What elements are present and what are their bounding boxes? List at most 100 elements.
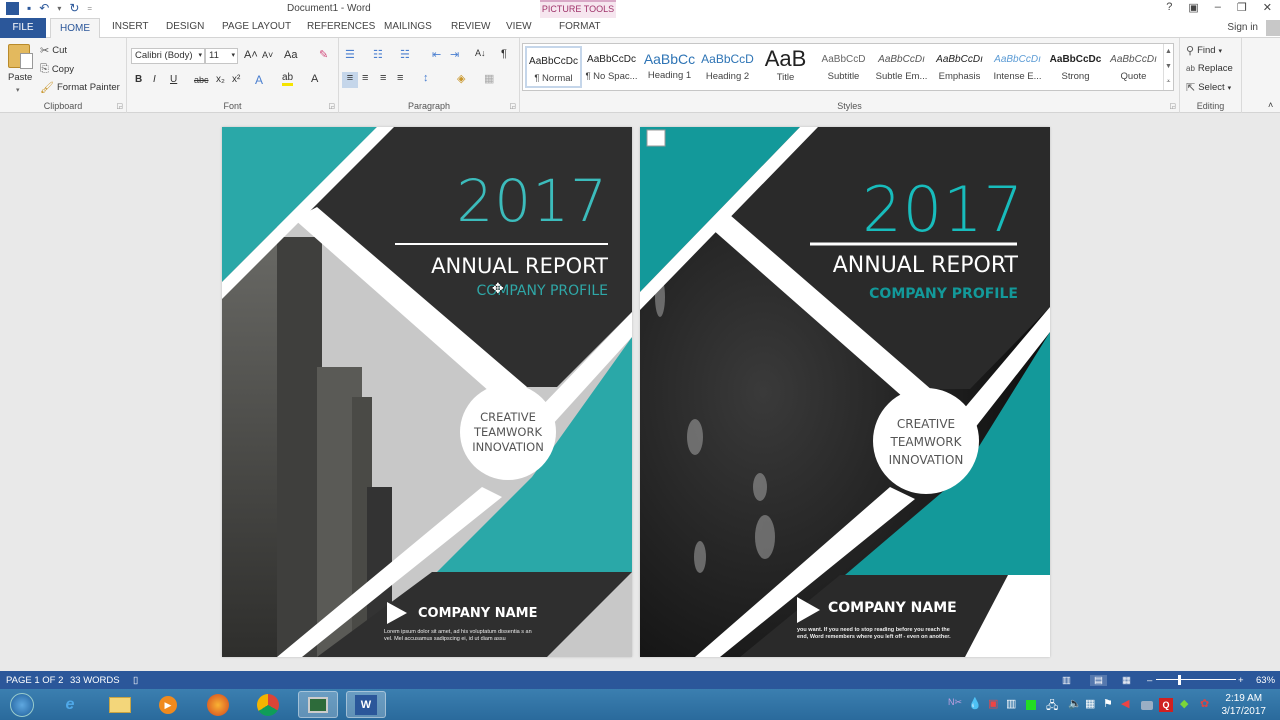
style-subtle-emphasis[interactable]: AaBbCcDı Subtle Em... xyxy=(873,46,930,88)
firefox-icon[interactable] xyxy=(198,691,238,718)
paragraph-dialog-launcher-icon[interactable]: ◲ xyxy=(509,102,516,110)
tab-design[interactable]: DESIGN xyxy=(166,21,204,32)
center-button[interactable]: ≡ xyxy=(362,72,368,84)
system-clock[interactable]: 2:19 AM 3/17/2017 xyxy=(1222,692,1267,718)
read-mode-icon[interactable]: ▥ xyxy=(1062,675,1071,686)
word-count[interactable]: 33 WORDS xyxy=(70,675,120,686)
scroll-down-icon[interactable]: ▼ xyxy=(1164,59,1173,74)
multilevel-list-button[interactable]: ☵ xyxy=(400,48,410,61)
network-icon[interactable]: ▦ xyxy=(1085,697,1095,710)
close-icon[interactable]: ✕ xyxy=(1263,1,1272,14)
font-dialog-launcher-icon[interactable]: ◲ xyxy=(328,102,335,110)
volume-muted-icon[interactable]: ◀ xyxy=(1121,697,1129,710)
minimize-icon[interactable]: – xyxy=(1215,1,1221,14)
bullets-button[interactable]: ☰ xyxy=(345,48,355,61)
water-drop-icon[interactable]: 💧 xyxy=(968,697,982,710)
ribbon-display-options-icon[interactable]: ▣ xyxy=(1188,1,1198,14)
underline-button[interactable]: U xyxy=(170,74,177,85)
decrease-indent-button[interactable]: ⇤ xyxy=(432,48,441,61)
chrome-icon[interactable] xyxy=(248,691,288,718)
zoom-slider-thumb[interactable] xyxy=(1178,675,1181,685)
style-no-spacing[interactable]: AaBbCcDc ¶ No Spac... xyxy=(583,46,640,88)
help-icon[interactable]: ? xyxy=(1166,1,1172,14)
style-emphasis[interactable]: AaBbCcDı Emphasis xyxy=(931,46,988,88)
superscript-button[interactable]: x² xyxy=(232,74,240,85)
print-layout-icon[interactable]: ▤ xyxy=(1090,675,1107,686)
tab-home[interactable]: HOME xyxy=(50,18,100,39)
avatar[interactable] xyxy=(1266,20,1280,36)
word-app-icon[interactable]: W xyxy=(6,1,19,15)
copy-button[interactable]: ⎘ Copy xyxy=(40,63,74,76)
speaker-icon[interactable]: 🔈 xyxy=(1068,697,1082,710)
shrink-font-button[interactable]: A˅ xyxy=(262,50,273,60)
tab-view[interactable]: VIEW xyxy=(506,21,532,32)
style-intense-emphasis[interactable]: AaBbCcDı Intense E... xyxy=(989,46,1046,88)
italic-button[interactable]: I xyxy=(153,74,156,85)
internet-explorer-icon[interactable]: e xyxy=(50,691,90,718)
style-normal[interactable]: AaBbCcDc ¶ Normal xyxy=(525,46,582,88)
redo-icon[interactable]: ↻ xyxy=(69,1,79,15)
green-status-icon[interactable] xyxy=(1026,700,1036,710)
sign-in-link[interactable]: Sign in xyxy=(1227,22,1258,33)
style-heading-1[interactable]: AaBbCc Heading 1 xyxy=(641,46,698,88)
save-icon[interactable]: ▪ xyxy=(27,1,31,15)
task-manager-icon[interactable] xyxy=(298,691,338,718)
collapse-ribbon-icon[interactable]: ˄ xyxy=(1268,100,1273,110)
grow-font-button[interactable]: A˄ xyxy=(244,49,258,61)
zoom-level[interactable]: 63% xyxy=(1256,675,1275,686)
font-name-dropdown[interactable]: Calibri (Body) ▾ xyxy=(131,48,205,64)
highlight-button[interactable]: ab xyxy=(282,72,294,86)
show-marks-button[interactable]: ¶ xyxy=(501,48,507,60)
select-button[interactable]: ⇱ Select ▾ xyxy=(1186,81,1231,94)
file-explorer-icon[interactable] xyxy=(100,691,140,718)
usb-device-icon[interactable]: 🖧 xyxy=(1046,697,1058,716)
font-color-button[interactable]: A xyxy=(311,73,318,85)
network-globe-icon[interactable]: ◆ xyxy=(1180,697,1188,710)
undo-icon[interactable]: ↶ xyxy=(39,1,49,15)
restore-icon[interactable]: ❐ xyxy=(1237,1,1247,14)
gallery-more-icon[interactable]: ⩡ xyxy=(1164,74,1173,89)
styles-dialog-launcher-icon[interactable]: ◲ xyxy=(1169,102,1176,110)
style-title[interactable]: AaB Title xyxy=(757,46,814,88)
undo-dropdown-icon[interactable]: ▾ xyxy=(57,4,61,13)
proofing-icon[interactable]: ▯ xyxy=(133,675,138,686)
tab-page-layout[interactable]: PAGE LAYOUT xyxy=(222,21,291,32)
borders-button[interactable]: ▦ xyxy=(484,72,494,85)
sort-button[interactable]: A↓ xyxy=(475,48,486,58)
zoom-out-button[interactable]: – xyxy=(1147,675,1152,686)
scroll-up-icon[interactable]: ▲ xyxy=(1164,44,1173,59)
layout-options-icon[interactable] xyxy=(646,129,666,147)
shading-button[interactable]: ◈ xyxy=(457,72,465,85)
web-layout-icon[interactable]: ▦ xyxy=(1122,675,1131,686)
style-quote[interactable]: AaBbCcDı Quote xyxy=(1105,46,1162,88)
tab-file[interactable]: FILE xyxy=(0,18,46,38)
recorder-icon[interactable]: ▣ xyxy=(988,697,998,710)
page-1[interactable]: 2017 ANNUAL REPORT COMPANY PROFILE CREAT… xyxy=(222,127,632,657)
blank-tray-icon[interactable] xyxy=(1141,701,1153,710)
media-player-icon[interactable]: ▶ xyxy=(148,691,188,718)
red-tray-icon[interactable]: ✿ xyxy=(1200,697,1209,710)
text-effects-button[interactable]: A xyxy=(255,73,263,87)
zoom-slider[interactable] xyxy=(1156,679,1236,680)
paste-icon[interactable] xyxy=(8,44,33,69)
chart-tray-icon[interactable]: ▥ xyxy=(1006,697,1016,710)
format-painter-button[interactable]: 🖌 Format Painter xyxy=(40,81,120,94)
clipboard-dialog-launcher-icon[interactable]: ◲ xyxy=(116,102,123,110)
onenote-clip-icon[interactable]: N✂ xyxy=(948,697,962,708)
align-right-button[interactable]: ≡ xyxy=(380,72,386,84)
paste-dropdown-icon[interactable]: ▾ xyxy=(16,86,20,94)
page-count[interactable]: PAGE 1 OF 2 xyxy=(6,675,63,686)
numbering-button[interactable]: ☷ xyxy=(373,48,383,61)
tab-mailings[interactable]: MAILINGS xyxy=(384,21,432,32)
font-size-dropdown[interactable]: 11 ▾ xyxy=(205,48,238,64)
word-taskbar-icon[interactable]: W xyxy=(346,691,386,718)
windows-start-button[interactable] xyxy=(2,691,42,718)
page-2[interactable]: 2017 ANNUAL REPORT COMPANY PROFILE CREAT… xyxy=(640,127,1050,657)
q-app-icon[interactable]: Q xyxy=(1159,698,1173,712)
tab-format[interactable]: FORMAT xyxy=(559,21,600,32)
find-button[interactable]: ⚲ Find ▾ xyxy=(1186,44,1222,57)
justify-button[interactable]: ≡ xyxy=(397,72,403,84)
cut-button[interactable]: ✂ Cut xyxy=(40,44,67,57)
style-heading-2[interactable]: AaBbCcD Heading 2 xyxy=(699,46,756,88)
increase-indent-button[interactable]: ⇥ xyxy=(450,48,459,61)
